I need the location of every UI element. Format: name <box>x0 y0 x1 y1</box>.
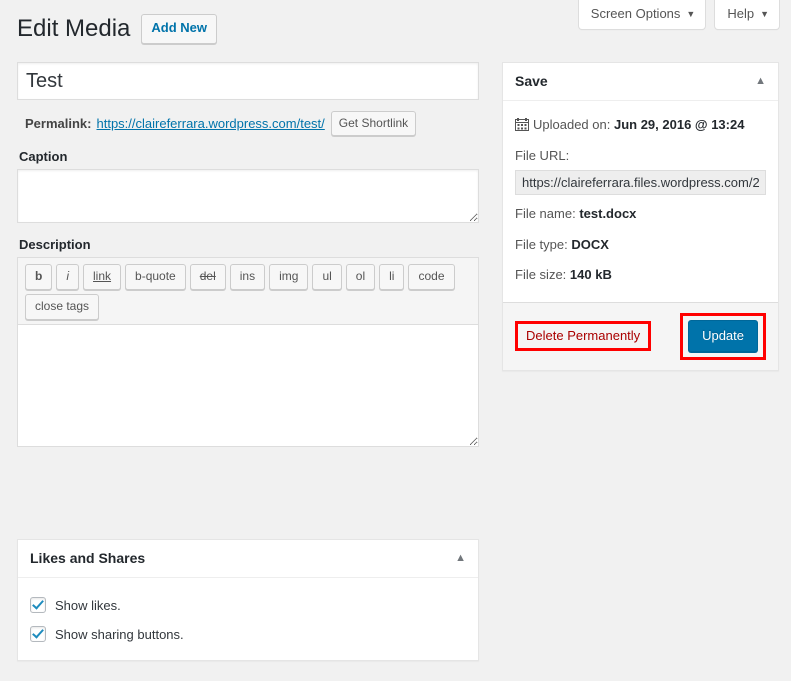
page-title: Edit Media <box>17 15 131 42</box>
quicktag-ul-button[interactable]: ul <box>312 264 342 290</box>
quicktag-ins-button[interactable]: ins <box>229 264 266 290</box>
caption-label: Caption <box>19 149 68 164</box>
collapse-triangle-icon[interactable]: ▲ <box>755 76 766 87</box>
file-name-row: File name: test.docx <box>515 199 766 230</box>
help-label: Help <box>727 6 755 21</box>
file-size-row: File size: 140 kB <box>515 260 766 291</box>
quicktag-italic-button[interactable]: i <box>56 264 80 290</box>
quicktag-bquote-button[interactable]: b-quote <box>125 264 186 290</box>
file-type-label: File type: <box>515 236 568 252</box>
file-url-input[interactable] <box>515 170 766 195</box>
page-heading: Edit Media Add New <box>17 14 218 44</box>
save-metabox: Save ▲ Uploaded on: Jun 29, 2016 @ 13:24… <box>502 62 779 371</box>
permalink-row: Permalink: https://claireferrara.wordpre… <box>17 111 479 136</box>
show-likes-row: Show likes. <box>30 587 466 620</box>
chevron-down-icon: ▼ <box>686 9 696 19</box>
screen-options-label: Screen Options <box>590 6 681 21</box>
show-likes-label[interactable]: Show likes. <box>55 598 121 613</box>
file-name-value: test.docx <box>579 206 637 221</box>
delete-permanently-highlight: Delete Permanently <box>515 321 652 352</box>
show-sharing-buttons-row: Show sharing buttons. <box>30 620 466 649</box>
add-new-button[interactable]: Add New <box>141 14 218 44</box>
screen-meta-links: Screen Options ▼ Help ▼ <box>577 0 780 31</box>
save-metabox-title: Save <box>515 72 548 89</box>
file-type-row: File type: DOCX <box>515 230 766 261</box>
calendar-icon <box>515 117 529 131</box>
file-type-value: DOCX <box>571 236 609 252</box>
get-shortlink-button[interactable]: Get Shortlink <box>330 111 417 136</box>
quicktag-ol-button[interactable]: ol <box>345 264 376 290</box>
collapse-triangle-icon[interactable]: ▲ <box>455 553 466 564</box>
permalink-label: Permalink: <box>25 116 92 131</box>
caption-textarea[interactable] <box>17 169 479 223</box>
save-metabox-body: Uploaded on: Jun 29, 2016 @ 13:24 File U… <box>503 101 778 302</box>
uploaded-on-label: Uploaded on: <box>533 117 611 132</box>
quicktags-toolbar: b i link b-quote del ins img ul ol li co… <box>25 264 471 320</box>
description-label: Description <box>19 237 91 252</box>
post-body-content: Permalink: https://claireferrara.wordpre… <box>17 62 479 447</box>
quicktag-code-button[interactable]: code <box>408 264 455 290</box>
uploaded-on-row: Uploaded on: Jun 29, 2016 @ 13:24 <box>515 110 766 141</box>
chevron-down-icon: ▼ <box>760 9 769 19</box>
show-sharing-buttons-label[interactable]: Show sharing buttons. <box>55 627 184 642</box>
file-size-label: File size: <box>515 267 567 282</box>
likes-and-shares-title: Likes and Shares <box>30 549 146 566</box>
update-button[interactable]: Update <box>688 319 758 352</box>
likes-and-shares-container: Likes and Shares ▲ Show likes. Show shar… <box>17 539 479 681</box>
help-button[interactable]: Help ▼ <box>714 0 780 31</box>
quicktag-link-button[interactable]: link <box>83 264 122 290</box>
description-textarea[interactable] <box>17 323 479 447</box>
quicktag-close-tags-button[interactable]: close tags <box>25 293 100 320</box>
likes-and-shares-body: Show likes. Show sharing buttons. <box>18 578 478 660</box>
title-field-wrapper <box>17 62 479 100</box>
show-sharing-buttons-checkbox[interactable] <box>30 626 46 642</box>
sidebar-column: Save ▲ Uploaded on: Jun 29, 2016 @ 13:24… <box>502 62 779 391</box>
publishing-actions-bar: Delete Permanently Update <box>503 301 778 370</box>
likes-and-shares-metabox: Likes and Shares ▲ Show likes. Show shar… <box>17 539 479 661</box>
quicktag-del-button[interactable]: del <box>189 264 226 290</box>
file-name-label: File name: <box>515 206 576 221</box>
title-input[interactable] <box>17 62 479 100</box>
screen-options-button[interactable]: Screen Options ▼ <box>577 0 707 31</box>
quicktag-li-button[interactable]: li <box>379 264 405 290</box>
quicktag-bold-button[interactable]: b <box>25 264 53 290</box>
delete-permanently-link[interactable]: Delete Permanently <box>526 328 640 343</box>
file-size-value: 140 kB <box>569 267 612 282</box>
description-editor-toolbar: b i link b-quote del ins img ul ol li co… <box>17 257 479 324</box>
quicktag-img-button[interactable]: img <box>269 264 309 290</box>
file-url-label: File URL: <box>515 147 570 163</box>
uploaded-on-value: Jun 29, 2016 @ 13:24 <box>613 117 745 132</box>
save-metabox-header[interactable]: Save ▲ <box>503 63 778 101</box>
likes-and-shares-header[interactable]: Likes and Shares ▲ <box>18 540 478 578</box>
permalink-link[interactable]: https://claireferrara.wordpress.com/test… <box>96 116 324 131</box>
show-likes-checkbox[interactable] <box>30 597 46 613</box>
update-button-highlight: Update <box>680 312 766 360</box>
